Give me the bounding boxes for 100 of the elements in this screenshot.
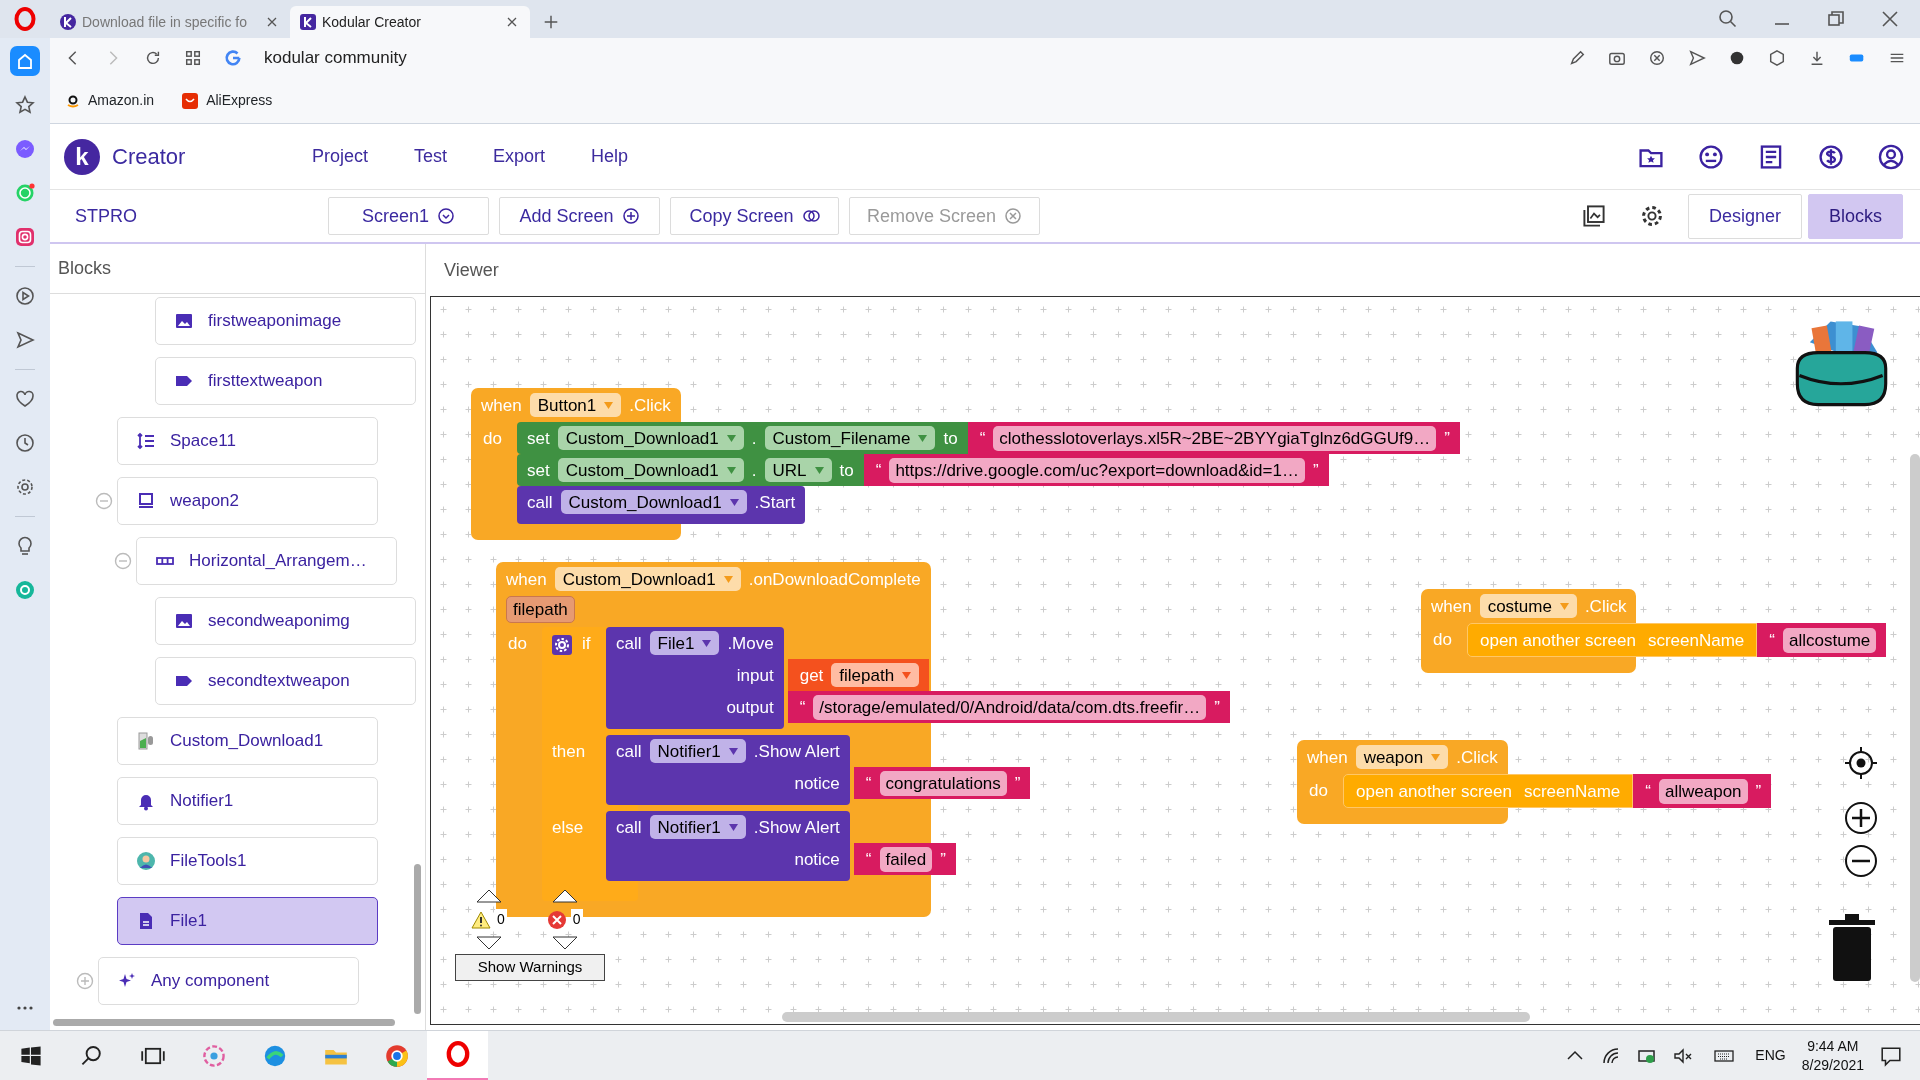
restore-icon[interactable] bbox=[1826, 9, 1846, 29]
bookmark-link[interactable]: AliExpress bbox=[182, 90, 273, 111]
browser-tab[interactable]: Kodular Creator bbox=[290, 6, 530, 38]
text-field[interactable]: allweapon bbox=[1659, 778, 1748, 804]
parameter-chip[interactable]: filepath bbox=[506, 596, 575, 623]
dropdown-arrow-icon bbox=[728, 823, 738, 831]
image-icon[interactable] bbox=[1581, 204, 1606, 228]
tree-item[interactable]: firstweaponimage bbox=[155, 297, 416, 345]
cube-icon[interactable] bbox=[1768, 49, 1786, 67]
component-dropdown[interactable]: filepath bbox=[831, 663, 920, 687]
bulb-icon bbox=[15, 536, 35, 556]
component-dropdown[interactable]: costume bbox=[1479, 594, 1577, 618]
tree-item[interactable]: Horizontal_Arrangem… bbox=[136, 537, 397, 585]
text-field[interactable]: congratulations bbox=[879, 770, 1007, 796]
tree-item[interactable]: weapon2 bbox=[117, 477, 378, 525]
component-dropdown[interactable]: Custom_Download1 bbox=[557, 458, 744, 482]
view-tab[interactable]: Designer bbox=[1687, 193, 1802, 239]
scrollbar[interactable] bbox=[53, 1019, 395, 1026]
quote-mark: ” bbox=[1014, 774, 1021, 792]
tree-item[interactable]: Space11 bbox=[117, 417, 378, 465]
show-warnings-button[interactable]: Show Warnings bbox=[455, 954, 605, 981]
favicon-icon bbox=[300, 14, 316, 30]
view-tab[interactable]: Blocks bbox=[1808, 193, 1903, 239]
arrow-down-icon[interactable] bbox=[475, 936, 502, 950]
menu-item[interactable]: Help bbox=[591, 143, 629, 170]
chrome-icon bbox=[384, 1043, 409, 1068]
dollar-icon[interactable] bbox=[1818, 143, 1844, 170]
heart-icon bbox=[15, 389, 35, 409]
muted-speaker-icon[interactable] bbox=[1673, 1045, 1694, 1066]
search-icon[interactable] bbox=[1718, 9, 1738, 29]
arrow-down-icon[interactable] bbox=[551, 936, 578, 950]
component-dropdown[interactable]: Custom_Download1 bbox=[560, 490, 747, 514]
gear-icon[interactable] bbox=[552, 635, 572, 655]
quote-mark: ” bbox=[1755, 782, 1762, 800]
block-label: set bbox=[527, 461, 550, 479]
browser-tab[interactable]: Download file in specific fo bbox=[50, 6, 290, 38]
recenter-icon[interactable] bbox=[1844, 746, 1878, 780]
quote-mark: “ bbox=[865, 850, 872, 868]
text-field[interactable]: allcostume bbox=[1783, 627, 1877, 653]
tree-item[interactable]: secondweaponimg bbox=[155, 597, 416, 645]
bookmark-link[interactable]: Amazon.in bbox=[66, 90, 155, 111]
component-dropdown[interactable]: Custom_Download1 bbox=[557, 426, 744, 450]
component-dropdown[interactable]: weapon bbox=[1355, 745, 1449, 769]
dot-icon[interactable] bbox=[1728, 49, 1746, 67]
arrow-up-icon[interactable] bbox=[551, 889, 578, 903]
scrollbar[interactable] bbox=[1910, 454, 1920, 982]
quote-mark: “ bbox=[1645, 782, 1651, 800]
screen-button[interactable]: Copy Screen bbox=[670, 197, 839, 235]
tabs-grid-icon[interactable] bbox=[184, 49, 202, 67]
dropdown-arrow-icon bbox=[604, 401, 614, 409]
reload-icon[interactable] bbox=[144, 49, 162, 67]
tree-item[interactable]: secondtextweapon bbox=[155, 657, 416, 705]
tree-item[interactable]: Any component bbox=[98, 957, 359, 1005]
block-icon[interactable] bbox=[1648, 49, 1666, 67]
tree-item[interactable]: Notifier1 bbox=[117, 777, 378, 825]
component-dropdown[interactable]: URL bbox=[764, 458, 832, 482]
settings-icon[interactable] bbox=[1639, 204, 1664, 228]
block-label: do bbox=[1432, 629, 1453, 651]
block-label: call bbox=[616, 742, 642, 760]
document-icon[interactable] bbox=[1758, 143, 1784, 170]
send-icon[interactable] bbox=[1688, 49, 1706, 67]
opera-logo-icon[interactable] bbox=[14, 7, 36, 31]
edit-icon[interactable] bbox=[1568, 49, 1586, 67]
logo[interactable]: k bbox=[64, 138, 100, 175]
block-label: notice bbox=[794, 774, 840, 792]
component-dropdown[interactable]: Button1 bbox=[529, 393, 622, 417]
home-tile[interactable] bbox=[10, 46, 40, 76]
component-dropdown[interactable]: Custom_Download1 bbox=[554, 567, 741, 591]
scrollbar[interactable] bbox=[782, 1012, 1530, 1022]
close-icon[interactable] bbox=[1880, 9, 1900, 29]
tree-item[interactable]: File1 bbox=[117, 897, 378, 945]
chevron-circle-icon bbox=[437, 207, 455, 225]
component-dropdown[interactable]: File1 bbox=[649, 631, 720, 655]
tree-item[interactable]: firsttextweapon bbox=[155, 357, 416, 405]
screen-button[interactable]: Add Screen bbox=[499, 197, 660, 235]
text-field[interactable]: clothesslotoverlays.xl5R~2BE~2BYYgiaTglnz6dGGUf9… bbox=[993, 425, 1437, 451]
screen-button[interactable]: Screen1 bbox=[328, 197, 489, 235]
trash-icon[interactable] bbox=[1829, 912, 1875, 982]
component-dropdown[interactable]: Notifier1 bbox=[649, 739, 746, 763]
text-field[interactable]: /storage/emulated/0/Android/data/com.dts.freefir… bbox=[813, 694, 1207, 720]
new-tab-icon[interactable] bbox=[542, 13, 560, 31]
block-label: open another screen bbox=[1356, 782, 1512, 800]
tree-item[interactable]: Custom_Download1 bbox=[117, 717, 378, 765]
language-indicator[interactable]: ENG bbox=[1755, 1045, 1786, 1066]
user-icon[interactable] bbox=[1878, 143, 1904, 170]
zoom-in-icon[interactable] bbox=[1844, 801, 1878, 835]
tree-item[interactable]: FileTools1 bbox=[117, 837, 378, 885]
text-field[interactable]: failed bbox=[879, 846, 933, 872]
scrollbar[interactable] bbox=[414, 864, 421, 1014]
block-label: when bbox=[481, 396, 522, 414]
block-label: screenName bbox=[1647, 631, 1745, 649]
arrow-up-icon[interactable] bbox=[475, 889, 502, 903]
text-field[interactable]: https://drive.google.com/uc?export=download&id=1… bbox=[889, 457, 1305, 483]
menu-item[interactable]: Test bbox=[414, 143, 448, 170]
component-dropdown[interactable]: Custom_Filename bbox=[764, 426, 936, 450]
menu-item[interactable]: Project bbox=[312, 143, 369, 170]
component-dropdown[interactable]: Notifier1 bbox=[649, 815, 746, 839]
brand-name: Creator bbox=[112, 143, 187, 171]
zoom-out-icon[interactable] bbox=[1844, 844, 1878, 878]
menu-item[interactable]: Export bbox=[493, 143, 546, 170]
